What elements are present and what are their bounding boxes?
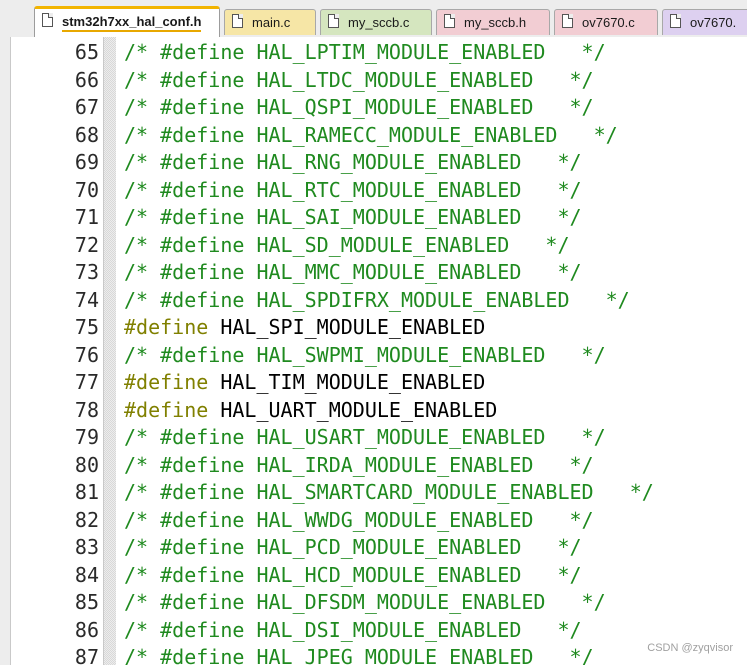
macro-name: HAL_SPI_MODULE_ENABLED — [220, 315, 486, 339]
line-number: 78 — [74, 397, 99, 422]
line-number: 81 — [74, 480, 99, 504]
tab-main-c[interactable]: main.c — [224, 9, 316, 35]
code-line[interactable]: /* #define HAL_MMC_MODULE_ENABLED */ — [124, 259, 582, 287]
line-number: 82 — [74, 507, 99, 532]
code-line[interactable]: /* #define HAL_SWPMI_MODULE_ENABLED */ — [124, 342, 606, 370]
line-number: 74 — [74, 287, 99, 312]
comment-text: /* #define HAL_SD_MODULE_ENABLED */ — [124, 232, 570, 257]
comment-text: /* #define HAL_RNG_MODULE_ENABLED */ — [124, 150, 582, 174]
line-number: 68 — [74, 122, 99, 147]
tab-label: ov7670. — [690, 15, 737, 30]
comment-text: /* #define HAL_DSI_MODULE_ENABLED */ — [124, 617, 582, 642]
code-line[interactable]: /* #define HAL_SPDIFRX_MODULE_ENABLED */ — [124, 287, 630, 315]
code-line[interactable]: /* #define HAL_SAI_MODULE_ENABLED */ — [124, 204, 582, 232]
tab-label: ov7670.c — [582, 15, 635, 30]
line-number: 70 — [74, 177, 99, 202]
c-file-icon — [670, 14, 681, 28]
line-number: 69 — [74, 150, 99, 174]
c-file-icon — [328, 14, 339, 28]
code-line[interactable]: /* #define HAL_LPTIM_MODULE_ENABLED */ — [124, 39, 606, 67]
comment-text: /* #define HAL_LPTIM_MODULE_ENABLED */ — [124, 40, 606, 64]
header-file-icon — [444, 14, 455, 28]
code-line[interactable]: /* #define HAL_JPEG_MODULE_ENABLED */ — [124, 644, 594, 665]
code-line[interactable]: /* #define HAL_DSI_MODULE_ENABLED */ — [124, 617, 582, 645]
line-number: 86 — [74, 617, 99, 642]
line-number: 80 — [74, 452, 99, 477]
code-line[interactable]: /* #define HAL_RTC_MODULE_ENABLED */ — [124, 177, 582, 205]
line-number: 84 — [74, 562, 99, 587]
editor-left-border — [0, 37, 11, 665]
code-line[interactable]: /* #define HAL_RNG_MODULE_ENABLED */ — [124, 149, 582, 177]
code-line[interactable]: /* #define HAL_SD_MODULE_ENABLED */ — [124, 232, 570, 260]
header-file-icon — [42, 13, 53, 27]
code-line[interactable]: #define HAL_TIM_MODULE_ENABLED — [124, 369, 485, 397]
comment-text: /* #define HAL_RTC_MODULE_ENABLED */ — [124, 177, 582, 202]
line-number: 65 — [74, 40, 99, 64]
code-line[interactable]: /* #define HAL_WWDG_MODULE_ENABLED */ — [124, 507, 594, 535]
code-line[interactable]: /* #define HAL_LTDC_MODULE_ENABLED */ — [124, 67, 594, 95]
c-file-icon — [562, 14, 573, 28]
tab-ov7670-c[interactable]: ov7670.c — [554, 9, 658, 35]
code-line[interactable]: /* #define HAL_SMARTCARD_MODULE_ENABLED … — [124, 479, 654, 507]
comment-text: /* #define HAL_RAMECC_MODULE_ENABLED */ — [124, 122, 618, 147]
tab-label: stm32h7xx_hal_conf.h — [62, 14, 202, 32]
tab-label: my_sccb.h — [464, 15, 527, 30]
define-keyword: #define — [124, 397, 209, 422]
comment-text: /* #define HAL_HCD_MODULE_ENABLED */ — [124, 562, 582, 587]
line-number: 85 — [74, 590, 99, 614]
code-line[interactable]: /* #define HAL_HCD_MODULE_ENABLED */ — [124, 562, 582, 590]
tab-my-sccb-c[interactable]: my_sccb.c — [320, 9, 432, 35]
code-line[interactable]: /* #define HAL_DFSDM_MODULE_ENABLED */ — [124, 589, 606, 617]
tab-stm32h7xx-hal-conf-h[interactable]: stm32h7xx_hal_conf.h — [34, 6, 220, 37]
comment-text: /* #define HAL_MMC_MODULE_ENABLED */ — [124, 260, 582, 284]
tab-ov7670-h[interactable]: ov7670. — [662, 9, 747, 35]
watermark: CSDN @zyqvisor — [645, 641, 735, 655]
tab-label: my_sccb.c — [348, 15, 410, 30]
comment-text: /* #define HAL_SPDIFRX_MODULE_ENABLED */ — [124, 287, 630, 312]
editor-window: stm32h7xx_hal_conf.h main.c my_sccb.c my… — [0, 0, 747, 665]
comment-text: /* #define HAL_JPEG_MODULE_ENABLED */ — [124, 645, 594, 665]
line-number: 83 — [74, 535, 99, 559]
macro-name: HAL_TIM_MODULE_ENABLED — [220, 370, 486, 394]
comment-text: /* #define HAL_USART_MODULE_ENABLED */ — [124, 425, 606, 449]
code-line[interactable]: #define HAL_SPI_MODULE_ENABLED — [124, 314, 485, 342]
define-keyword: #define — [124, 370, 209, 394]
line-number: 71 — [74, 205, 99, 229]
comment-text: /* #define HAL_DFSDM_MODULE_ENABLED */ — [124, 590, 606, 614]
comment-text: /* #define HAL_QSPI_MODULE_ENABLED */ — [124, 95, 594, 119]
code-line[interactable]: /* #define HAL_QSPI_MODULE_ENABLED */ — [124, 94, 594, 122]
code-line[interactable]: /* #define HAL_PCD_MODULE_ENABLED */ — [124, 534, 582, 562]
comment-text: /* #define HAL_SAI_MODULE_ENABLED */ — [124, 205, 582, 229]
code-line[interactable]: /* #define HAL_RAMECC_MODULE_ENABLED */ — [124, 122, 618, 150]
tab-my-sccb-h[interactable]: my_sccb.h — [436, 9, 550, 35]
comment-text: /* #define HAL_WWDG_MODULE_ENABLED */ — [124, 507, 594, 532]
fold-margin[interactable] — [103, 37, 116, 665]
c-file-icon — [232, 14, 243, 28]
line-number: 76 — [74, 342, 99, 367]
line-number: 67 — [74, 95, 99, 119]
code-line[interactable]: /* #define HAL_USART_MODULE_ENABLED */ — [124, 424, 606, 452]
tab-bar: stm32h7xx_hal_conf.h main.c my_sccb.c my… — [0, 0, 747, 38]
define-keyword: #define — [124, 315, 209, 339]
macro-name: HAL_UART_MODULE_ENABLED — [220, 397, 498, 422]
code-line[interactable]: #define HAL_UART_MODULE_ENABLED — [124, 397, 497, 425]
comment-text: /* #define HAL_PCD_MODULE_ENABLED */ — [124, 535, 582, 559]
line-number: 75 — [74, 315, 99, 339]
code-line[interactable]: /* #define HAL_IRDA_MODULE_ENABLED */ — [124, 452, 594, 480]
comment-text: /* #define HAL_SMARTCARD_MODULE_ENABLED … — [124, 480, 654, 504]
line-number: 79 — [74, 425, 99, 449]
line-number: 73 — [74, 260, 99, 284]
line-number: 72 — [74, 232, 99, 257]
line-number: 77 — [74, 370, 99, 394]
comment-text: /* #define HAL_SWPMI_MODULE_ENABLED */ — [124, 342, 606, 367]
line-number: 87 — [74, 645, 99, 665]
tab-label: main.c — [252, 15, 291, 30]
comment-text: /* #define HAL_LTDC_MODULE_ENABLED */ — [124, 67, 594, 92]
comment-text: /* #define HAL_IRDA_MODULE_ENABLED */ — [124, 452, 594, 477]
line-number: 66 — [74, 67, 99, 92]
code-editor[interactable]: 65 /* #define HAL_LPTIM_MODULE_ENABLED */… — [0, 37, 747, 665]
